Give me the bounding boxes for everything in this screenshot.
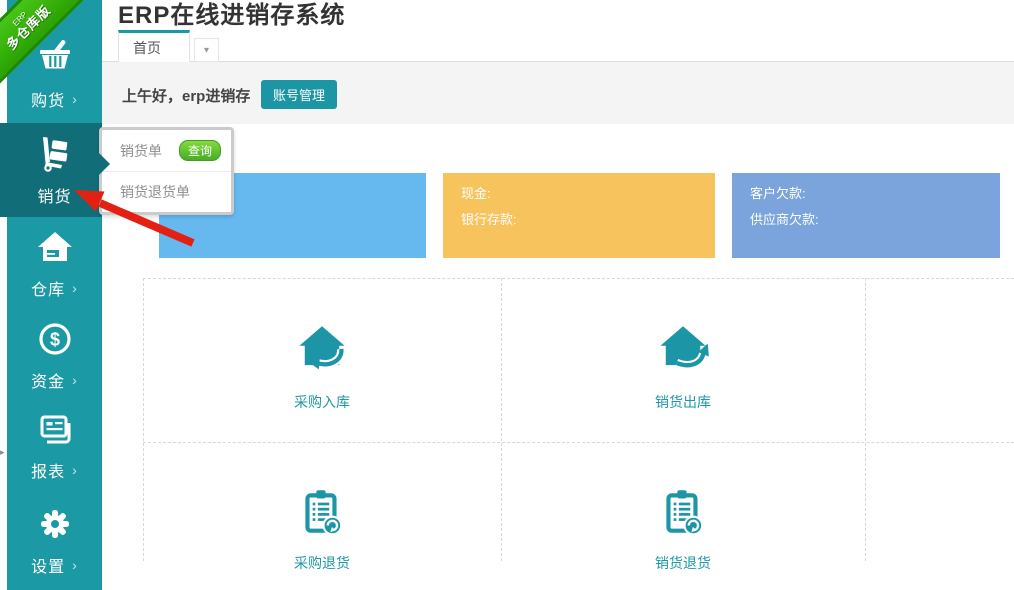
- chevron-right-icon: ›: [72, 91, 78, 107]
- clipboard-check-icon[interactable]: [272, 485, 372, 539]
- query-badge[interactable]: 查询: [179, 140, 221, 161]
- greeting-text: 上午好，erp进销存: [122, 85, 250, 106]
- tab-dropdown-button[interactable]: ▾: [194, 38, 219, 62]
- sidebar-item-warehouse[interactable]: 仓库 ›: [7, 217, 102, 310]
- house-arrow-in-icon[interactable]: [272, 322, 372, 378]
- grid-border: [143, 278, 144, 561]
- sidebar-label-warehouse: 仓库 ›: [31, 276, 78, 300]
- menu-item-sales-return-order[interactable]: 销货退货单: [102, 171, 231, 212]
- flyout-pointer-notch: [96, 150, 110, 178]
- sidebar-item-funds[interactable]: $ 资金 ›: [7, 310, 102, 400]
- chevron-right-icon: ›: [72, 280, 78, 296]
- card-line: 供应商欠款:: [750, 207, 1000, 233]
- card-debts[interactable]: 客户欠款: 供应商欠款:: [732, 173, 1000, 258]
- page-title: ERP在线进销存系统: [118, 0, 345, 30]
- sidebar: 购货 › 销货: [0, 0, 102, 561]
- card-line: 客户欠款:: [750, 181, 1000, 207]
- shortcut-sales-outbound[interactable]: 销货出库: [603, 392, 763, 412]
- sidebar-item-reports[interactable]: 报表 ›: [7, 400, 102, 490]
- chevron-right-icon: ›: [72, 557, 78, 573]
- report-icon: [35, 409, 75, 449]
- handtruck-icon: [35, 134, 75, 174]
- sidebar-item-sales[interactable]: 销货: [0, 123, 102, 217]
- grid-border: [143, 278, 1014, 279]
- sales-flyout-menu: 销货单 查询 销货退货单: [99, 127, 234, 215]
- sidebar-label-reports: 报表 ›: [31, 458, 78, 482]
- chevron-right-icon: ›: [72, 372, 78, 388]
- sidebar-label-settings: 设置 ›: [31, 553, 78, 577]
- menu-item-sales-order[interactable]: 销货单 查询: [102, 130, 231, 171]
- grid-border: [143, 442, 1014, 443]
- basket-icon: [35, 38, 75, 78]
- grid-border: [865, 278, 866, 561]
- dollar-icon: $: [35, 319, 75, 359]
- grid-border: [501, 278, 502, 561]
- sidebar-label-funds: 资金 ›: [31, 368, 78, 392]
- house-arrow-out-icon[interactable]: [633, 322, 733, 378]
- tab-home[interactable]: 首页: [118, 30, 190, 62]
- shortcut-sales-return[interactable]: 销货退货: [603, 553, 763, 573]
- gear-icon: [35, 504, 75, 544]
- greeting-bar: 上午好，erp进销存 账号管理: [102, 62, 1014, 124]
- chevron-right-icon: ›: [72, 462, 78, 478]
- shortcut-purchase-return[interactable]: 采购退货: [242, 553, 402, 573]
- card-line: 现金:: [461, 181, 715, 207]
- erp-dashboard: { "app": { "title": "ERP在线进销存系统" }, "rib…: [0, 0, 1014, 561]
- clipboard-check-icon[interactable]: [633, 485, 733, 539]
- sidebar-label-purchase: 购货 ›: [31, 87, 78, 111]
- shortcut-purchase-inbound[interactable]: 采购入库: [242, 392, 402, 412]
- svg-text:$: $: [49, 329, 59, 349]
- house-icon: [35, 227, 75, 267]
- account-manage-button[interactable]: 账号管理: [261, 80, 337, 109]
- sidebar-item-settings[interactable]: 设置 ›: [7, 490, 102, 590]
- caret-down-icon: ▾: [204, 45, 209, 56]
- card-line: 银行存款:: [461, 207, 715, 233]
- sidebar-label-sales: 销货: [37, 183, 71, 207]
- sidebar-collapse-icon[interactable]: ▸: [0, 447, 5, 458]
- card-cash[interactable]: 现金: 银行存款:: [443, 173, 715, 258]
